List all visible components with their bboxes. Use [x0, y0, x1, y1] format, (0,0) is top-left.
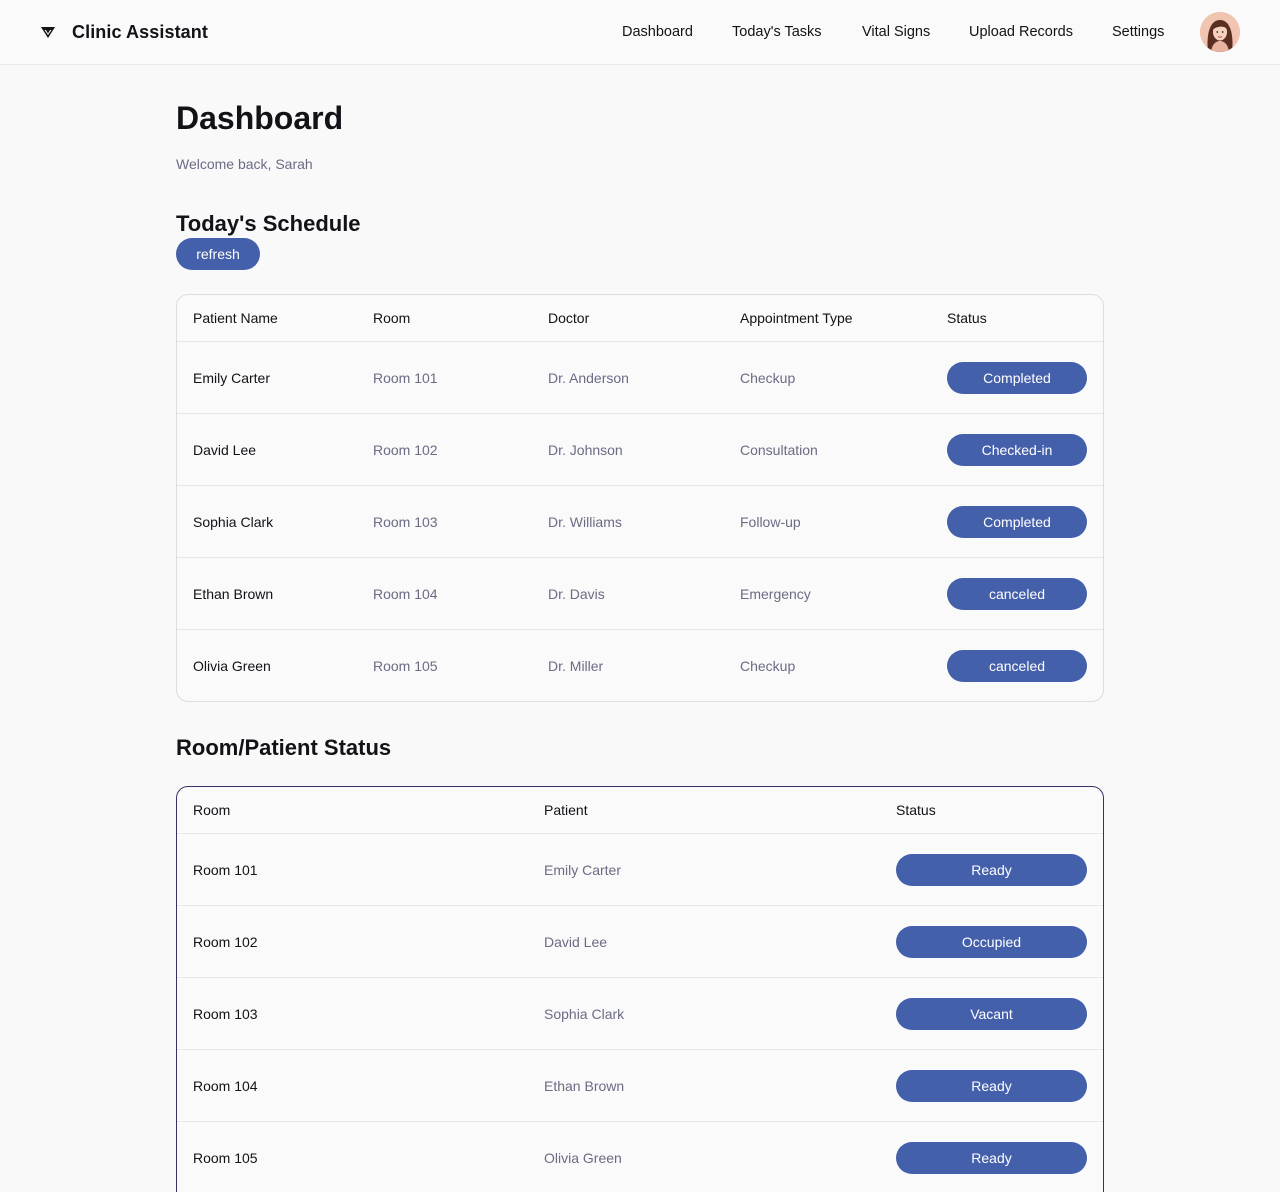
table-row[interactable]: Sophia Clark Room 103 Dr. Williams Follo… [177, 486, 1103, 558]
status-badge[interactable]: Completed [947, 506, 1087, 538]
room: Room 101 [193, 862, 258, 878]
column-header[interactable]: Patient Name [193, 295, 278, 342]
room: Room 101 [373, 370, 438, 386]
schedule-title: Today's Schedule [176, 211, 361, 236]
table-row[interactable]: Emily Carter Room 101 Dr. Anderson Check… [177, 342, 1103, 414]
status-badge[interactable]: canceled [947, 650, 1087, 682]
status-badge[interactable]: Completed [947, 362, 1087, 394]
brand-logo-icon [40, 24, 56, 40]
room-status-table: Room Patient Status Room 101 Emily Carte… [176, 786, 1104, 1192]
column-header[interactable]: Doctor [548, 295, 589, 342]
room: Room 104 [373, 586, 438, 602]
status-badge[interactable]: Ready [896, 1142, 1087, 1174]
table-row[interactable]: Room 104 Ethan Brown Ready [177, 1050, 1103, 1122]
status-badge[interactable]: Ready [896, 854, 1087, 886]
doctor: Dr. Davis [548, 586, 605, 602]
status-badge[interactable]: Ready [896, 1070, 1087, 1102]
column-header[interactable]: Room [193, 787, 230, 834]
column-header[interactable]: Status [896, 787, 936, 834]
column-header[interactable]: Status [947, 295, 987, 342]
welcome-message: Welcome back, Sarah [176, 156, 313, 172]
app-name: Clinic Assistant [72, 21, 208, 42]
patient-name: Sophia Clark [544, 1006, 625, 1022]
patient-name: Sophia Clark [193, 514, 274, 530]
column-header[interactable]: Patient [544, 787, 588, 834]
room: Room 105 [193, 1150, 258, 1166]
top-navigation-bar: Clinic Assistant Dashboard Today's Tasks… [0, 0, 1280, 65]
table-row[interactable]: Ethan Brown Room 104 Dr. Davis Emergency… [177, 558, 1103, 630]
appointment-type: Emergency [740, 586, 811, 602]
appointment-type: Consultation [740, 442, 818, 458]
table-row[interactable]: Room 103 Sophia Clark Vacant [177, 978, 1103, 1050]
patient-name: Emily Carter [544, 862, 622, 878]
appointment-type: Checkup [740, 370, 796, 386]
schedule-table: Patient Name Room Doctor Appointment Typ… [176, 294, 1104, 702]
status-badge[interactable]: Occupied [896, 926, 1087, 958]
patient-name: Olivia Green [544, 1150, 622, 1166]
room-status-table-header: Room Patient Status [177, 787, 1103, 834]
table-row[interactable]: Room 105 Olivia Green Ready [177, 1122, 1103, 1192]
room: Room 103 [373, 514, 438, 530]
doctor: Dr. Johnson [548, 442, 623, 458]
status-badge[interactable]: Checked-in [947, 434, 1087, 466]
appointment-type: Follow-up [740, 514, 801, 530]
appointment-type: Checkup [740, 658, 796, 674]
patient-name: Ethan Brown [193, 586, 274, 602]
patient-name: Emily Carter [193, 370, 271, 386]
user-avatar[interactable] [1200, 12, 1240, 52]
table-row[interactable]: David Lee Room 102 Dr. Johnson Consultat… [177, 414, 1103, 486]
column-header[interactable]: Appointment Type [740, 295, 853, 342]
page-title: Dashboard [176, 100, 344, 136]
nav-settings[interactable]: Settings [1112, 0, 1164, 64]
doctor: Dr. Anderson [548, 370, 629, 386]
table-row[interactable]: Room 102 David Lee Occupied [177, 906, 1103, 978]
room: Room 104 [193, 1078, 258, 1094]
room: Room 102 [373, 442, 438, 458]
brand[interactable]: Clinic Assistant [40, 0, 208, 64]
refresh-button[interactable]: refresh [176, 238, 260, 270]
nav-vital-signs[interactable]: Vital Signs [862, 0, 930, 64]
table-row[interactable]: Room 101 Emily Carter Ready [177, 834, 1103, 906]
room: Room 105 [373, 658, 438, 674]
patient-name: Ethan Brown [544, 1078, 625, 1094]
status-badge[interactable]: canceled [947, 578, 1087, 610]
room: Room 103 [193, 1006, 258, 1022]
nav-upload-records[interactable]: Upload Records [969, 0, 1073, 64]
nav-dashboard[interactable]: Dashboard [622, 0, 693, 64]
nav-todays-tasks[interactable]: Today's Tasks [732, 0, 822, 64]
column-header[interactable]: Room [373, 295, 410, 342]
doctor: Dr. Williams [548, 514, 622, 530]
patient-name: Olivia Green [193, 658, 271, 674]
schedule-table-header: Patient Name Room Doctor Appointment Typ… [177, 295, 1103, 342]
room-status-title: Room/Patient Status [176, 735, 392, 760]
doctor: Dr. Miller [548, 658, 604, 674]
room: Room 102 [193, 934, 258, 950]
patient-name: David Lee [544, 934, 608, 950]
patient-name: David Lee [193, 442, 257, 458]
table-row[interactable]: Olivia Green Room 105 Dr. Miller Checkup… [177, 630, 1103, 701]
status-badge[interactable]: Vacant [896, 998, 1087, 1030]
